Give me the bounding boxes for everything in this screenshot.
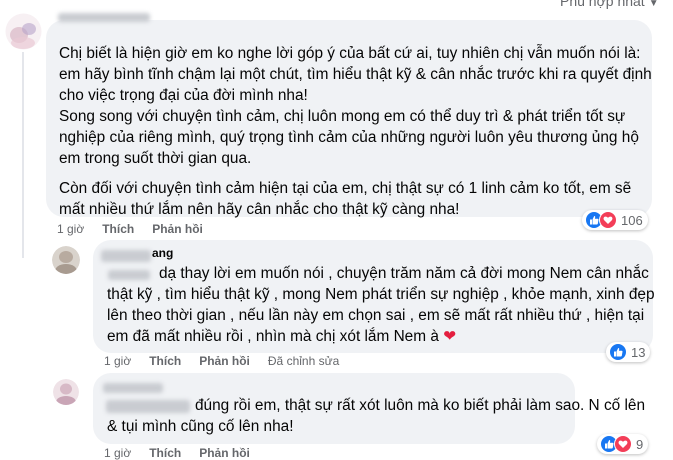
avatar[interactable]: [53, 379, 79, 405]
edited-label: Đã chỉnh sửa: [267, 354, 340, 368]
chevron-down-icon: ▼: [648, 0, 659, 9]
comment-actions: 1 giờ Thích Phản hồi Đã chỉnh sửa: [104, 354, 339, 368]
reaction-count: 13: [631, 344, 646, 360]
sort-label: Phù hợp nhất: [560, 0, 645, 9]
reaction-summary[interactable]: 106: [582, 210, 648, 230]
reaction-summary[interactable]: 9: [597, 434, 649, 454]
reply-button[interactable]: Phản hồi: [199, 354, 250, 368]
reply-thread-line: [22, 52, 48, 258]
reaction-summary[interactable]: 13: [606, 342, 651, 362]
author-name[interactable]: [103, 383, 163, 393]
love-reaction-icon: [614, 435, 632, 453]
heart-emoji: ❤: [443, 328, 457, 345]
sort-dropdown[interactable]: Phù hợp nhất ▼: [560, 0, 673, 9]
author-name[interactable]: [58, 13, 150, 22]
author-name[interactable]: [101, 250, 151, 262]
avatar[interactable]: [5, 13, 42, 50]
reply-button[interactable]: Phản hồi: [152, 222, 203, 236]
comment-actions: 1 giờ Thích Phản hồi: [104, 446, 250, 460]
love-reaction-icon: [599, 211, 617, 229]
like-button[interactable]: Thích: [149, 354, 181, 368]
timestamp[interactable]: 1 giờ: [104, 354, 131, 368]
avatar[interactable]: [52, 246, 80, 274]
reply-button[interactable]: Phản hồi: [199, 446, 250, 460]
comment-text: Chị biết là hiện giờ em ko nghe lời góp …: [59, 45, 652, 218]
author-name-suffix: ang: [152, 246, 174, 260]
reaction-count: 106: [621, 212, 643, 228]
comment-text: đúng rồi em, thật sự rất xót luôn mà ko …: [107, 397, 646, 435]
timestamp[interactable]: 1 giờ: [57, 222, 84, 236]
like-reaction-icon: [609, 343, 627, 361]
like-button[interactable]: Thích: [102, 222, 134, 236]
comment-actions: 1 giờ Thích Phản hồi: [57, 222, 203, 236]
reaction-count: 9: [636, 436, 644, 452]
comment-text: dạ thay lời em muốn nói , chuyện trăm nă…: [107, 265, 655, 345]
timestamp[interactable]: 1 giờ: [104, 446, 131, 460]
like-button[interactable]: Thích: [149, 446, 181, 460]
